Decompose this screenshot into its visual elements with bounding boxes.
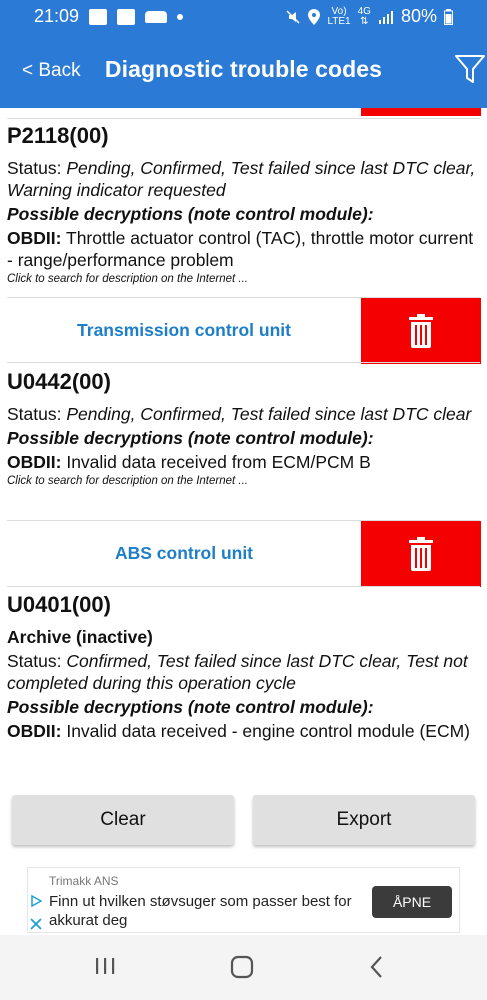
ad-advertiser: Trimakk ANS (49, 874, 119, 888)
divider (7, 586, 480, 587)
search-internet-link[interactable]: Click to search for description on the I… (7, 272, 477, 286)
trash-icon (409, 314, 433, 348)
ad-icons (30, 894, 44, 935)
status-value: Pending, Confirmed, Test failed since la… (7, 158, 476, 200)
battery-percent: 80% (400, 6, 437, 26)
control-unit-name[interactable]: Transmission control unit (7, 320, 361, 341)
control-unit-row: Transmission control unit (0, 298, 487, 364)
obd-label: OBDII: (7, 721, 62, 741)
location-icon (308, 8, 321, 25)
battery-icon (444, 8, 453, 25)
possible-decryptions-label: Possible decryptions (note control modul… (7, 697, 374, 717)
obd-description: OBDII: Invalid data received from ECM/PC… (7, 451, 477, 473)
divider (7, 118, 480, 119)
ad-choices-icon[interactable] (30, 894, 43, 908)
volte-indicator: Vo) LTE1 (327, 5, 351, 27)
back-nav-icon[interactable] (369, 955, 385, 979)
obd-description: OBDII: Throttle actuator control (TAC), … (7, 227, 477, 271)
gallery-icon (117, 8, 136, 25)
dtc-entry[interactable]: P2118(00) Status: Pending, Confirmed, Te… (7, 123, 477, 286)
app-bar: < Back Diagnostic trouble codes (0, 34, 487, 108)
ad-banner[interactable]: Trimakk ANS Finn ut hvilken støvsuger so… (27, 867, 460, 933)
archive-label: Archive (inactive) (7, 627, 153, 647)
status-value: Confirmed, Test failed since last DTC cl… (7, 651, 468, 693)
obd-label: OBDII: (7, 228, 62, 248)
dtc-code: U0401(00) (7, 592, 111, 617)
dtc-code: U0442(00) (7, 369, 111, 394)
control-unit-row: ABS control unit (0, 521, 487, 587)
mute-icon (286, 9, 300, 24)
dtc-code: P2118(00) (7, 123, 109, 148)
status-bar: 21:09 Vo) LTE1 4G ⇅ 80% (0, 0, 487, 34)
status-label: Status: (7, 404, 62, 424)
dtc-status: Status: Pending, Confirmed, Test failed … (7, 403, 477, 425)
search-internet-link[interactable]: Click to search for description on the I… (7, 474, 477, 488)
trash-icon (409, 537, 433, 571)
obd-text: Throttle actuator control (TAC), throttl… (7, 228, 474, 270)
delete-button-partial[interactable] (361, 108, 481, 116)
status-label: Status: (7, 651, 62, 671)
page-title: Diagnostic trouble codes (104, 56, 383, 82)
obd-description: OBDII: Invalid data received - engine co… (7, 720, 477, 742)
export-button[interactable]: Export (253, 795, 475, 845)
filter-icon[interactable] (453, 52, 487, 86)
possible-decryptions-label: Possible decryptions (note control modul… (7, 428, 374, 448)
obd-text: Invalid data received - engine control m… (66, 721, 470, 741)
control-unit-name[interactable]: ABS control unit (7, 543, 361, 564)
dtc-entry[interactable]: U0401(00) Archive (inactive) Status: Con… (7, 592, 477, 742)
clear-button[interactable]: Clear (12, 795, 234, 845)
dtc-status: Status: Confirmed, Test failed since las… (7, 650, 477, 694)
obd-text: Invalid data received from ECM/PCM B (66, 452, 371, 472)
network-type: 4G ⇅ (357, 5, 371, 27)
nav-bar (0, 935, 487, 1000)
status-label: Status: (7, 158, 62, 178)
divider (7, 362, 480, 363)
delete-button[interactable] (361, 298, 481, 364)
ad-text: Finn ut hvilken støvsuger som passer bes… (49, 893, 352, 929)
signal-icon (378, 10, 393, 24)
home-icon[interactable] (230, 955, 254, 979)
ad-open-button[interactable]: ÅPNE (372, 886, 452, 918)
notification-dot-icon (177, 13, 184, 20)
dtc-status: Status: Pending, Confirmed, Test failed … (7, 157, 477, 201)
obd-label: OBDII: (7, 452, 62, 472)
recent-apps-icon[interactable] (94, 955, 116, 977)
status-time: 21:09 (34, 6, 80, 26)
message-icon (89, 8, 108, 25)
dtc-entry[interactable]: U0442(00) Status: Pending, Confirmed, Te… (7, 369, 477, 488)
status-value: Pending, Confirmed, Test failed since la… (66, 404, 472, 424)
possible-decryptions-label: Possible decryptions (note control modul… (7, 204, 374, 224)
car-icon (145, 10, 168, 23)
delete-button[interactable] (361, 521, 481, 587)
close-icon[interactable] (30, 918, 42, 930)
